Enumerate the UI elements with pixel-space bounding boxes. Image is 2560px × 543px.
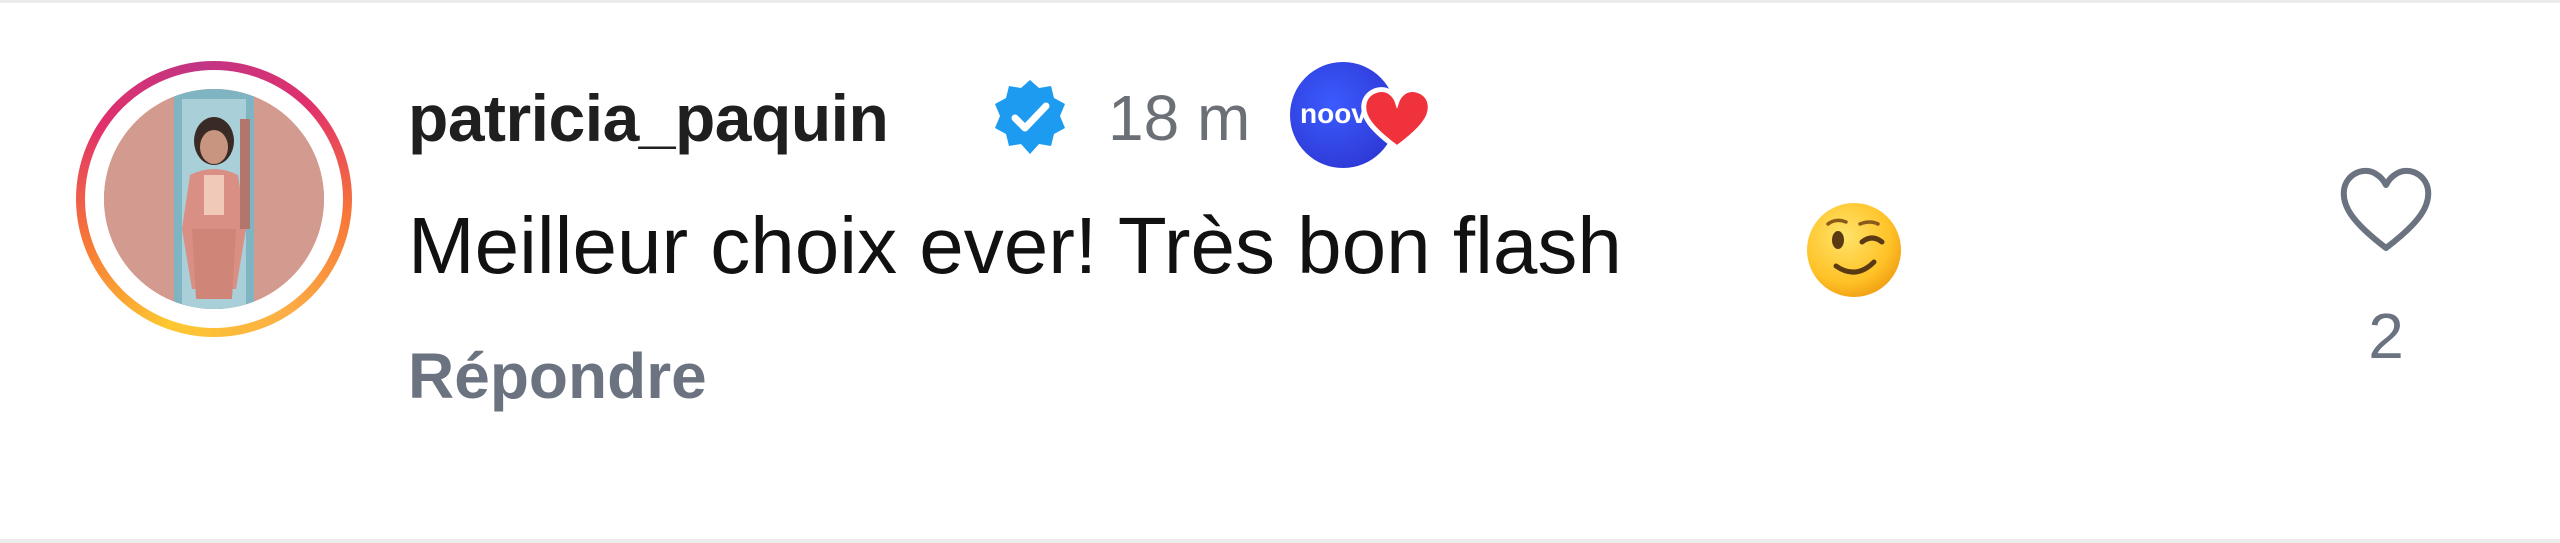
- winking-face-emoji: [1804, 200, 1904, 300]
- like-count: 2: [2368, 300, 2404, 372]
- username-link[interactable]: patricia_paquin: [408, 78, 889, 158]
- noov-reaction-badge: noov: [1290, 62, 1433, 172]
- comment-item: patricia_paquin 18 m noov Meilleur choix…: [0, 0, 2560, 539]
- comment-text: Meilleur choix ever! Très bon flash: [408, 201, 1622, 290]
- timestamp: 18 m: [1108, 82, 1251, 154]
- avatar-story-ring[interactable]: [76, 61, 352, 337]
- heart-outline-icon[interactable]: [2336, 160, 2436, 260]
- avatar-photo-image: [104, 89, 324, 309]
- bottom-divider: [0, 539, 2560, 543]
- reply-button[interactable]: Répondre: [408, 336, 707, 416]
- avatar: [104, 89, 324, 309]
- heart-icon: [1361, 87, 1433, 152]
- verified-badge-icon: [990, 78, 1070, 158]
